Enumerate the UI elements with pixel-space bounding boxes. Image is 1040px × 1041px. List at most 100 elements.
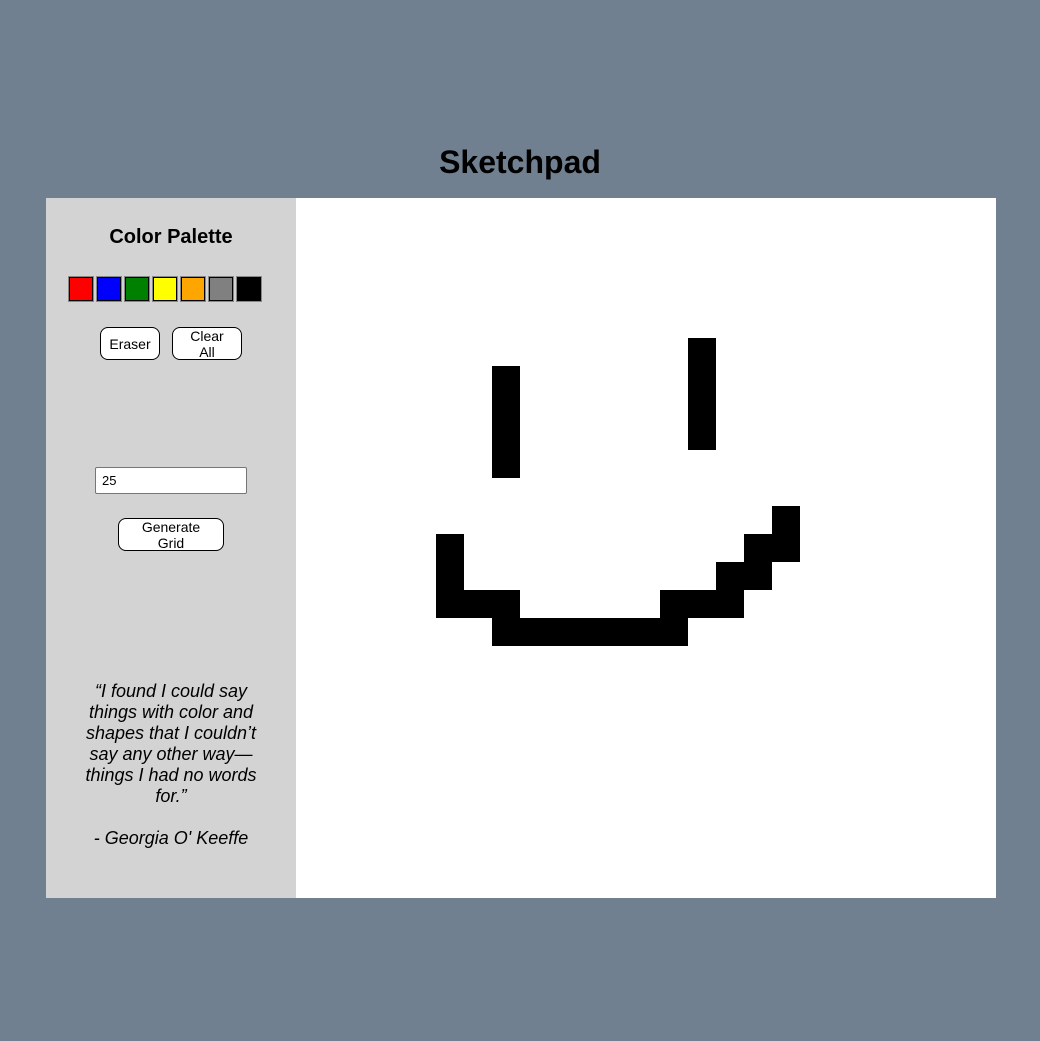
grid-cell[interactable] <box>352 310 380 338</box>
grid-cell[interactable] <box>604 310 632 338</box>
grid-cell[interactable] <box>884 310 912 338</box>
grid-cell[interactable] <box>884 590 912 618</box>
grid-cell[interactable] <box>520 338 548 366</box>
grid-cell[interactable] <box>520 814 548 842</box>
grid-cell[interactable] <box>464 646 492 674</box>
grid-cell[interactable] <box>632 254 660 282</box>
grid-cell[interactable] <box>352 674 380 702</box>
grid-cell[interactable] <box>576 394 604 422</box>
grid-cell[interactable] <box>744 842 772 870</box>
grid-cell[interactable] <box>492 758 520 786</box>
grid-cell[interactable] <box>744 282 772 310</box>
grid-cell[interactable] <box>968 534 996 562</box>
grid-cell[interactable] <box>352 814 380 842</box>
grid-cell[interactable] <box>968 366 996 394</box>
grid-cell[interactable] <box>464 478 492 506</box>
grid-cell[interactable] <box>940 226 968 254</box>
grid-cell[interactable] <box>772 814 800 842</box>
grid-cell[interactable] <box>548 226 576 254</box>
grid-cell[interactable] <box>912 282 940 310</box>
grid-cell[interactable] <box>408 730 436 758</box>
grid-cell[interactable] <box>296 478 324 506</box>
grid-cell[interactable] <box>576 534 604 562</box>
grid-cell[interactable] <box>380 618 408 646</box>
grid-cell[interactable] <box>464 366 492 394</box>
grid-cell[interactable] <box>800 422 828 450</box>
grid-cell[interactable] <box>408 674 436 702</box>
grid-cell[interactable] <box>408 702 436 730</box>
grid-cell[interactable] <box>968 562 996 590</box>
grid-cell[interactable] <box>296 674 324 702</box>
grid-cell[interactable] <box>800 198 828 226</box>
grid-cell-filled[interactable] <box>436 562 464 590</box>
grid-cell[interactable] <box>548 422 576 450</box>
grid-cell[interactable] <box>604 674 632 702</box>
grid-cell[interactable] <box>660 450 688 478</box>
grid-cell[interactable] <box>856 814 884 842</box>
grid-cell[interactable] <box>744 674 772 702</box>
grid-cell-filled[interactable] <box>492 366 520 394</box>
grid-cell-filled[interactable] <box>772 506 800 534</box>
grid-cell[interactable] <box>408 310 436 338</box>
grid-cell[interactable] <box>772 450 800 478</box>
grid-cell[interactable] <box>324 366 352 394</box>
generate-grid-button[interactable]: Generate Grid <box>118 518 224 551</box>
grid-cell[interactable] <box>968 842 996 870</box>
grid-cell[interactable] <box>604 758 632 786</box>
grid-cell[interactable] <box>856 310 884 338</box>
grid-cell[interactable] <box>716 646 744 674</box>
grid-cell[interactable] <box>772 478 800 506</box>
grid-cell[interactable] <box>436 842 464 870</box>
grid-cell[interactable] <box>632 842 660 870</box>
grid-cell[interactable] <box>464 198 492 226</box>
grid-cell[interactable] <box>800 814 828 842</box>
grid-cell[interactable] <box>296 702 324 730</box>
grid-cell[interactable] <box>800 450 828 478</box>
grid-cell[interactable] <box>408 450 436 478</box>
grid-cell[interactable] <box>324 814 352 842</box>
grid-cell[interactable] <box>660 786 688 814</box>
grid-cell[interactable] <box>352 842 380 870</box>
grid-cell[interactable] <box>632 814 660 842</box>
grid-cell[interactable] <box>856 254 884 282</box>
grid-cell[interactable] <box>912 254 940 282</box>
grid-cell[interactable] <box>632 366 660 394</box>
grid-cell[interactable] <box>408 254 436 282</box>
grid-cell[interactable] <box>828 590 856 618</box>
grid-cell[interactable] <box>632 702 660 730</box>
grid-cell[interactable] <box>884 450 912 478</box>
grid-cell[interactable] <box>576 814 604 842</box>
grid-cell[interactable] <box>688 478 716 506</box>
grid-cell[interactable] <box>576 870 604 898</box>
grid-cell[interactable] <box>716 758 744 786</box>
grid-cell[interactable] <box>968 702 996 730</box>
grid-cell[interactable] <box>576 702 604 730</box>
grid-cell[interactable] <box>716 450 744 478</box>
grid-cell[interactable] <box>884 730 912 758</box>
grid-cell[interactable] <box>324 646 352 674</box>
grid-cell[interactable] <box>968 618 996 646</box>
grid-cell[interactable] <box>744 814 772 842</box>
grid-cell[interactable] <box>688 310 716 338</box>
grid-cell[interactable] <box>968 282 996 310</box>
grid-cell[interactable] <box>968 646 996 674</box>
grid-cell-filled[interactable] <box>492 450 520 478</box>
grid-cell[interactable] <box>632 450 660 478</box>
grid-cell[interactable] <box>632 310 660 338</box>
grid-cell[interactable] <box>828 366 856 394</box>
grid-cell[interactable] <box>436 394 464 422</box>
grid-cell[interactable] <box>324 702 352 730</box>
grid-cell[interactable] <box>716 730 744 758</box>
grid-cell[interactable] <box>380 198 408 226</box>
grid-cell[interactable] <box>912 618 940 646</box>
grid-cell[interactable] <box>800 618 828 646</box>
grid-cell[interactable] <box>464 870 492 898</box>
grid-cell[interactable] <box>884 198 912 226</box>
grid-cell[interactable] <box>464 226 492 254</box>
grid-cell[interactable] <box>548 758 576 786</box>
grid-cell[interactable] <box>688 842 716 870</box>
grid-cell[interactable] <box>632 758 660 786</box>
grid-cell[interactable] <box>688 870 716 898</box>
grid-cell[interactable] <box>352 254 380 282</box>
grid-cell[interactable] <box>548 450 576 478</box>
